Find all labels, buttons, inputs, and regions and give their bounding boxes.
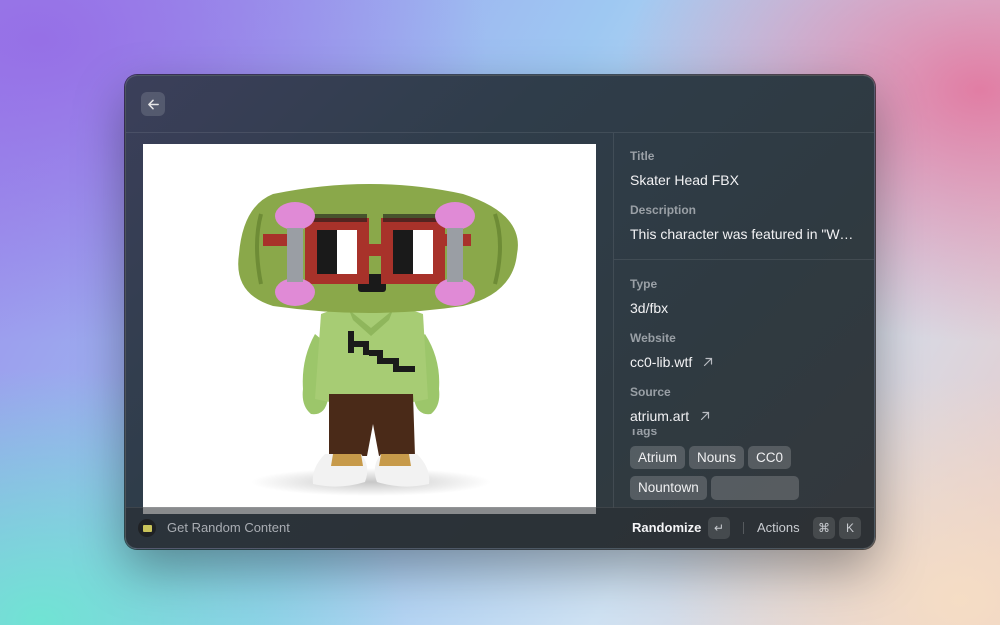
source-link[interactable]: atrium.art	[630, 408, 711, 424]
action-bar: Get Random Content Randomize ↵ Actions ⌘…	[126, 507, 874, 548]
title-value: Skater Head FBX	[630, 172, 739, 188]
description-label: Description	[630, 203, 697, 217]
detail-content: Title Skater Head FBX Description This c…	[126, 133, 874, 514]
type-value: 3d/fbx	[630, 300, 669, 316]
back-button[interactable]	[141, 92, 165, 116]
website-label: Website	[630, 331, 676, 345]
metadata-pane: Title Skater Head FBX Description This c…	[614, 133, 874, 508]
top-bar	[126, 76, 874, 133]
tag-chip-clipped[interactable]	[710, 476, 799, 500]
k-key-hint: K	[839, 517, 861, 539]
tags-label-text: Tags	[630, 429, 658, 438]
enter-key-hint: ↵	[708, 517, 730, 539]
description-value: This character was featured in "We…	[630, 226, 860, 242]
metadata-separator	[614, 259, 874, 260]
tag-list: Atrium Nouns CC0 Nountown	[630, 446, 870, 500]
tag-chip[interactable]: Nountown	[630, 476, 707, 500]
randomize-button[interactable]: Randomize	[632, 520, 701, 535]
title-label: Title	[630, 149, 655, 163]
tags-label: Tags	[630, 429, 657, 438]
external-link-icon	[701, 411, 710, 421]
website-link[interactable]: cc0-lib.wtf	[630, 354, 714, 370]
command-key-hint: ⌘	[813, 517, 835, 539]
tag-chip[interactable]: CC0	[748, 446, 792, 469]
external-link-icon	[704, 357, 713, 367]
arrow-left-icon	[147, 99, 159, 109]
type-label: Type	[630, 277, 658, 291]
actions-button[interactable]: Actions	[757, 520, 800, 535]
character-preview-image	[143, 144, 596, 514]
raycast-window: Title Skater Head FBX Description This c…	[125, 75, 875, 549]
action-divider	[743, 522, 744, 534]
command-title: Get Random Content	[167, 520, 290, 535]
source-label: Source	[630, 385, 671, 399]
preview-pane	[126, 133, 614, 514]
source-value: atrium.art	[630, 408, 690, 424]
tag-chip[interactable]: Atrium	[630, 446, 686, 469]
tag-chip[interactable]: Nouns	[689, 446, 745, 469]
extension-icon	[138, 519, 156, 537]
website-value: cc0-lib.wtf	[630, 354, 693, 370]
